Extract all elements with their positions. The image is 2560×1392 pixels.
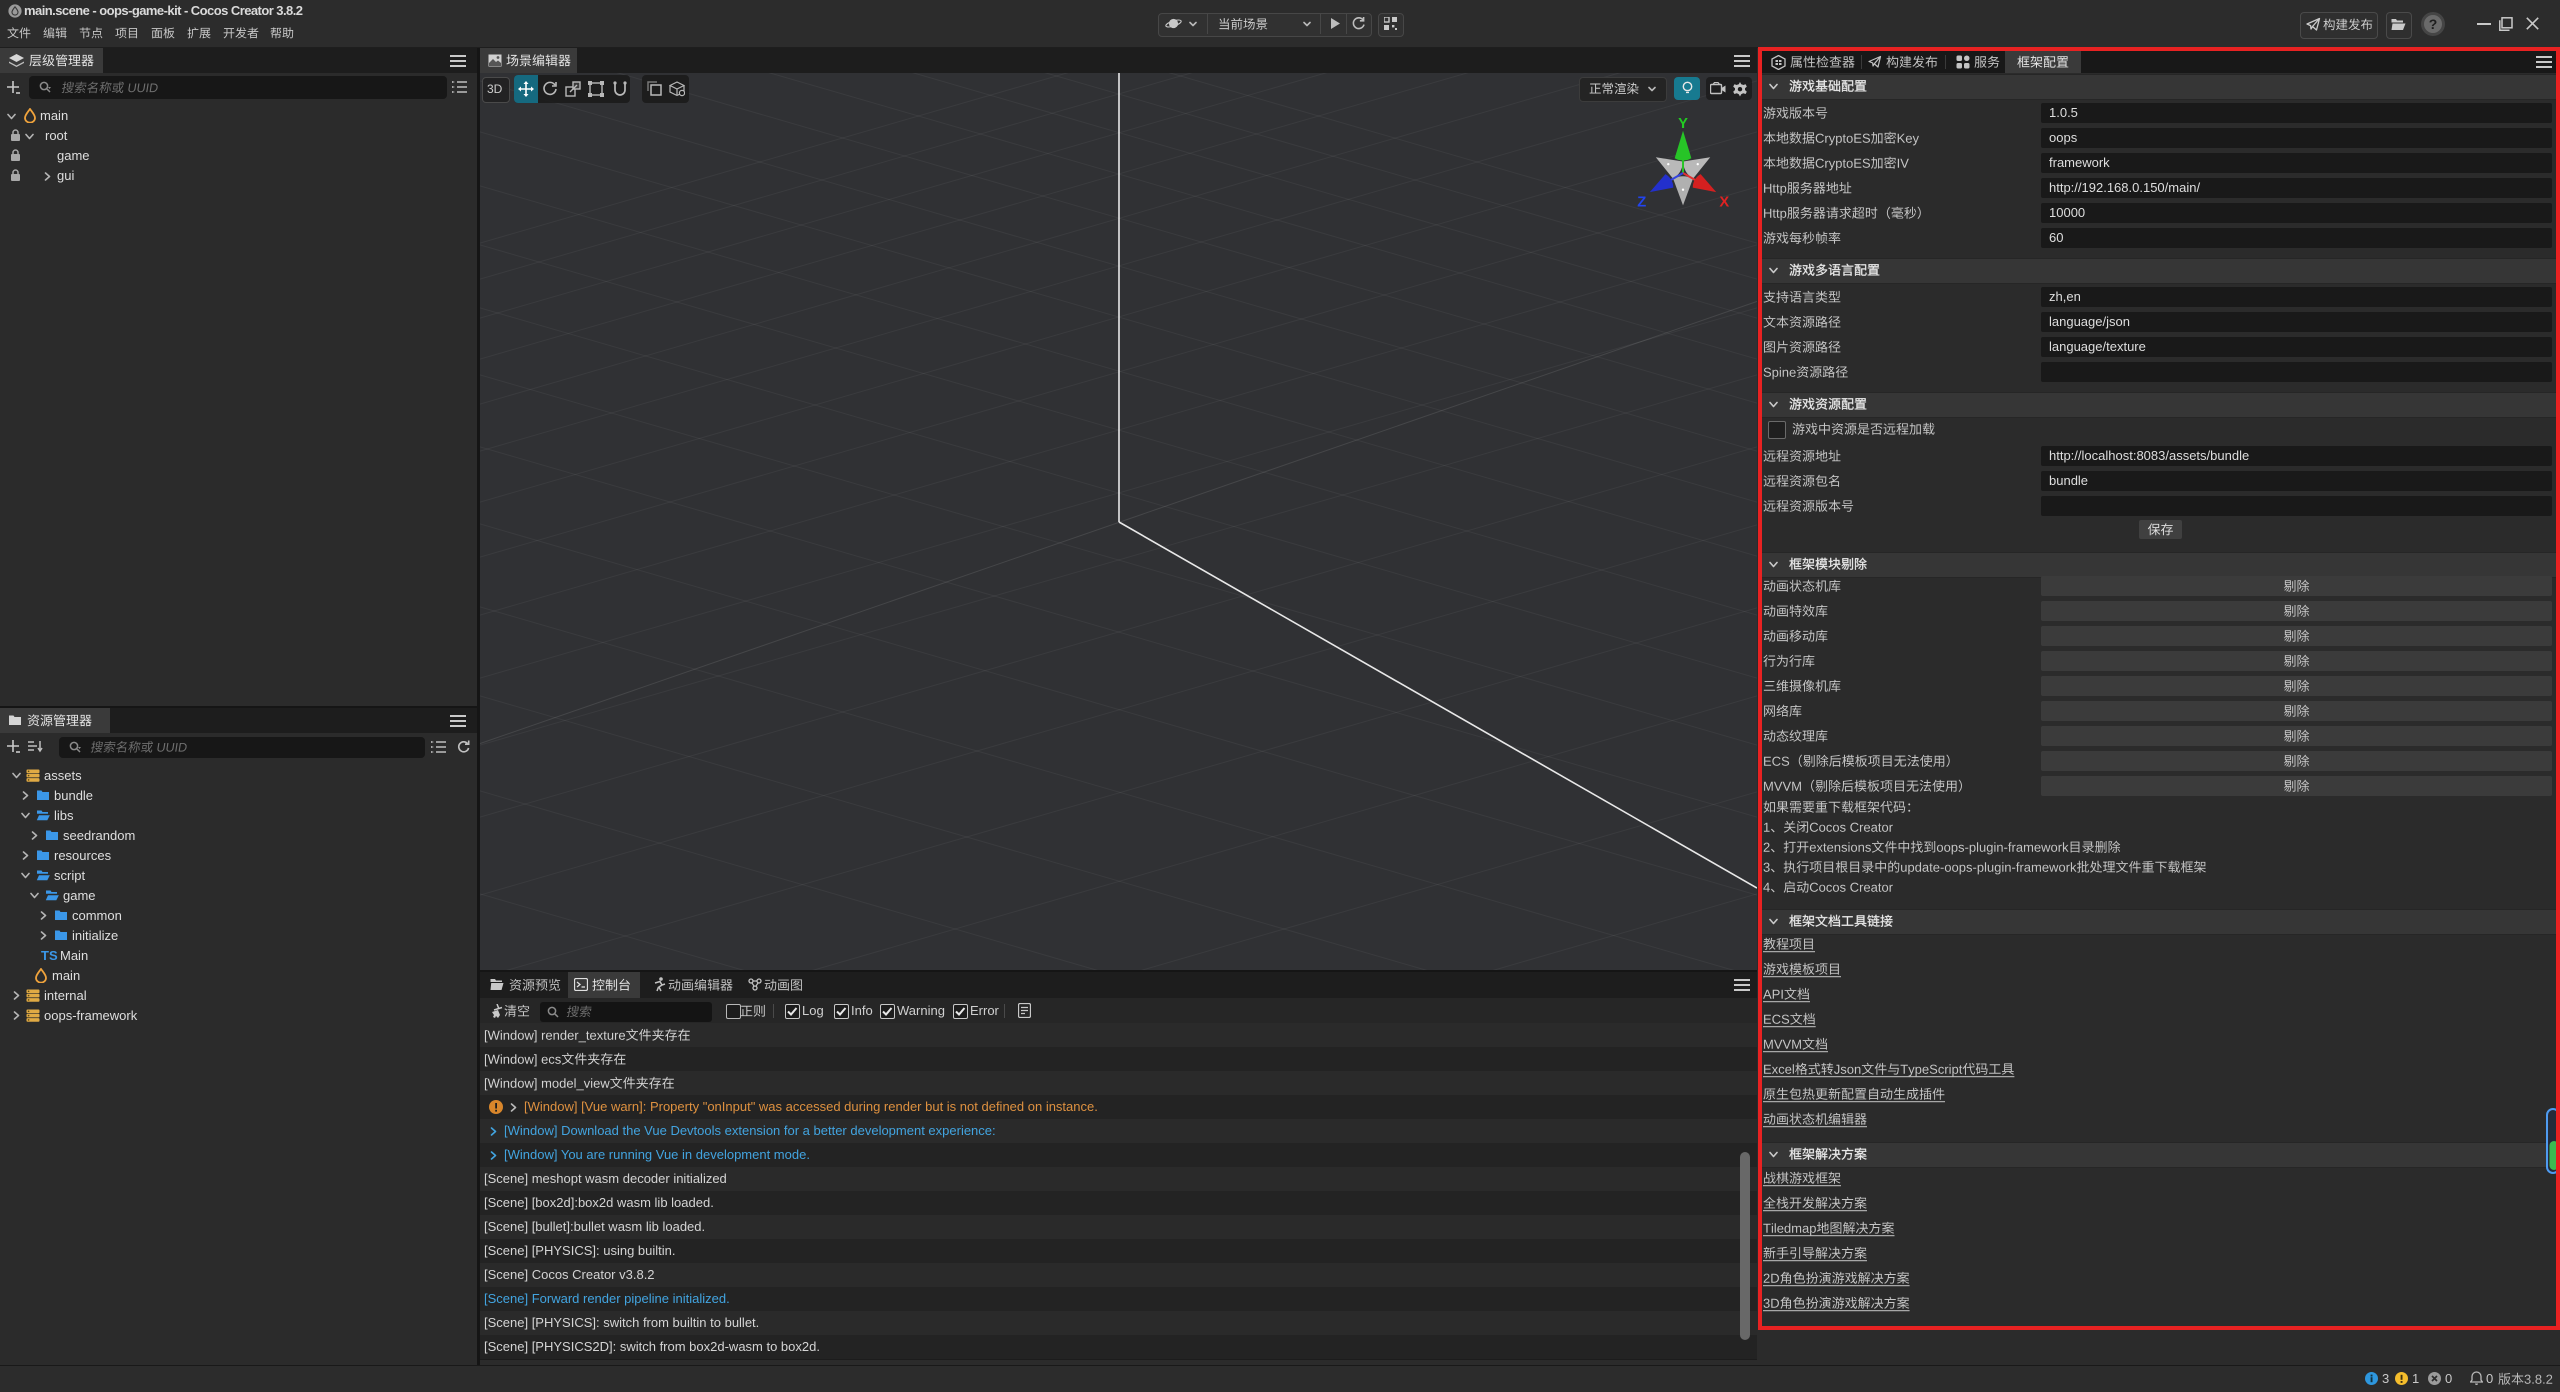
svg-text:X: X [1719,194,1729,210]
svg-text:Z: Z [1637,194,1646,210]
svg-text:Y: Y [1678,117,1688,132]
svg-text:?: ? [2429,16,2438,32]
